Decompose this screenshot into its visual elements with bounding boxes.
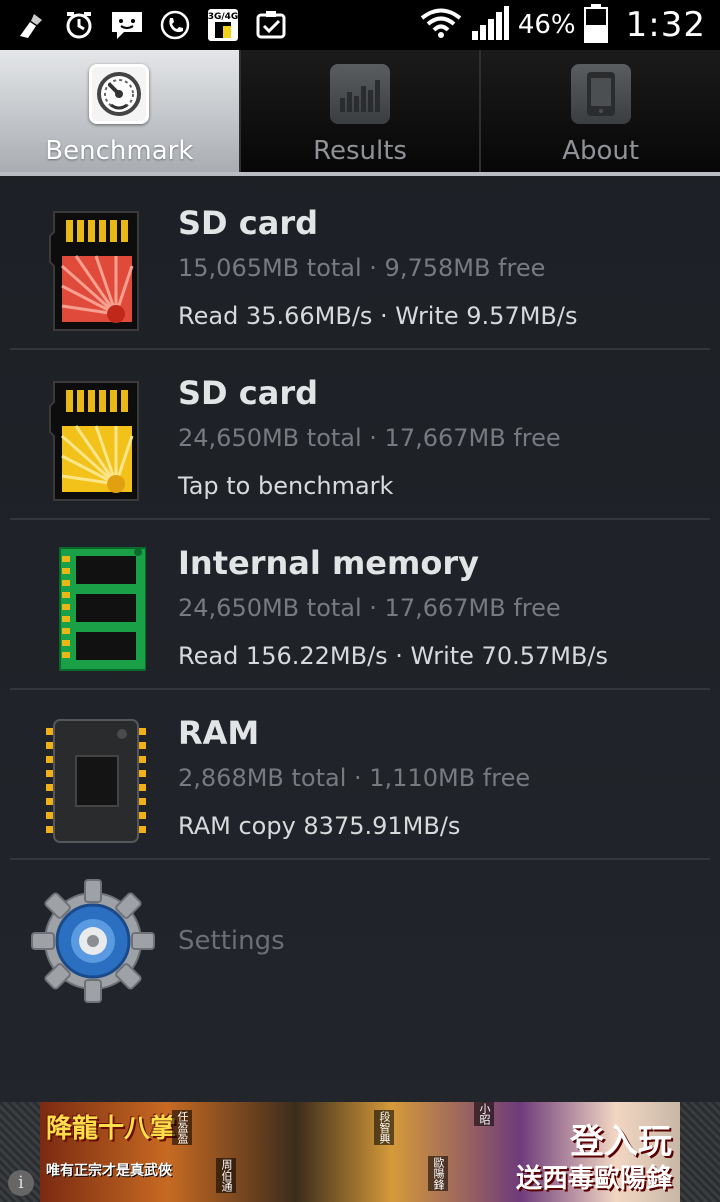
tab-bar: Benchmark Results About (0, 50, 720, 176)
bar-chart-icon (330, 64, 390, 124)
call-icon (158, 8, 192, 42)
tab-about[interactable]: About (481, 50, 720, 172)
alarm-icon (62, 8, 96, 42)
battery-icon (583, 3, 608, 47)
ad-title: 降龍十八掌 (46, 1114, 177, 1144)
item-capacity: 2,868MB total · 1,110MB free (178, 764, 531, 792)
list-item-sd-card-2[interactable]: SD card 24,650MB total · 17,667MB free T… (10, 350, 710, 520)
tab-results[interactable]: Results (240, 50, 482, 172)
ad-character-name: 歐陽鋒 (428, 1156, 448, 1191)
item-title: SD card (178, 204, 318, 242)
ad-character-name: 段智興 (374, 1110, 394, 1145)
phone-icon (570, 64, 631, 124)
item-speed: Read 156.22MB/s · Write 70.57MB/s (178, 642, 609, 670)
ad-character-name: 周伯通 (216, 1158, 236, 1193)
item-speed: RAM copy 8375.91MB/s (178, 812, 461, 840)
storage-list: SD card 15,065MB total · 9,758MB free Re… (0, 180, 720, 1028)
wifi-icon (420, 7, 462, 43)
status-bar: 3G/4G 46% 1:32 (0, 0, 720, 50)
sim-label: 3G/4G (208, 12, 239, 22)
battery-percent: 46% (517, 10, 576, 40)
item-capacity: 15,065MB total · 9,758MB free (178, 254, 546, 282)
sd-card-yellow-icon (46, 376, 146, 506)
cleaner-icon (14, 8, 48, 42)
item-speed: Tap to benchmark (178, 472, 394, 500)
chip-icon (46, 716, 146, 846)
signal-icon (470, 5, 510, 45)
sd-card-red-icon (46, 206, 146, 336)
item-title: Internal memory (178, 544, 479, 582)
item-title: SD card (178, 374, 318, 412)
item-capacity: 24,650MB total · 17,667MB free (178, 424, 561, 452)
info-icon[interactable]: i (8, 1170, 34, 1196)
ad-character-name: 小昭 (474, 1102, 494, 1126)
ad-image[interactable]: 降龍十八掌 唯有正宗才是真武俠 任盈盈 周伯通 段智興 小昭 歐陽鋒 登入玩 送… (40, 1102, 680, 1202)
tab-label: Benchmark (45, 136, 194, 166)
item-speed: Read 35.66MB/s · Write 9.57MB/s (178, 302, 578, 330)
ad-character-name: 任盈盈 (172, 1110, 192, 1145)
clock: 1:32 (625, 5, 706, 45)
message-icon (110, 8, 144, 42)
list-item-sd-card-1[interactable]: SD card 15,065MB total · 9,758MB free Re… (10, 180, 710, 350)
app-root: 3G/4G 46% 1:32 Benchmark Results About S… (0, 0, 720, 1202)
tab-benchmark[interactable]: Benchmark (0, 50, 241, 172)
ad-subtitle: 唯有正宗才是真武俠 (46, 1163, 172, 1179)
item-title: RAM (178, 714, 260, 752)
item-capacity: 24,650MB total · 17,667MB free (178, 594, 561, 622)
tab-label: About (562, 136, 640, 166)
tab-label: Results (313, 136, 407, 166)
settings-label: Settings (178, 926, 285, 956)
clipboard-check-icon (254, 8, 288, 42)
sim-3g4g-icon: 3G/4G (206, 8, 240, 42)
memory-module-icon (46, 546, 147, 676)
speedometer-icon (89, 64, 150, 124)
ad-cta-line2: 送西毒歐陽鋒 (515, 1164, 672, 1194)
ad-cta-line1: 登入玩 (570, 1122, 672, 1162)
list-item-internal-memory[interactable]: Internal memory 24,650MB total · 17,667M… (10, 520, 710, 690)
settings-gear-icon (30, 878, 156, 1004)
list-item-ram[interactable]: RAM 2,868MB total · 1,110MB free RAM cop… (10, 690, 710, 860)
ad-banner[interactable]: 降龍十八掌 唯有正宗才是真武俠 任盈盈 周伯通 段智興 小昭 歐陽鋒 登入玩 送… (0, 1102, 720, 1202)
settings-row[interactable]: Settings (10, 860, 710, 1028)
